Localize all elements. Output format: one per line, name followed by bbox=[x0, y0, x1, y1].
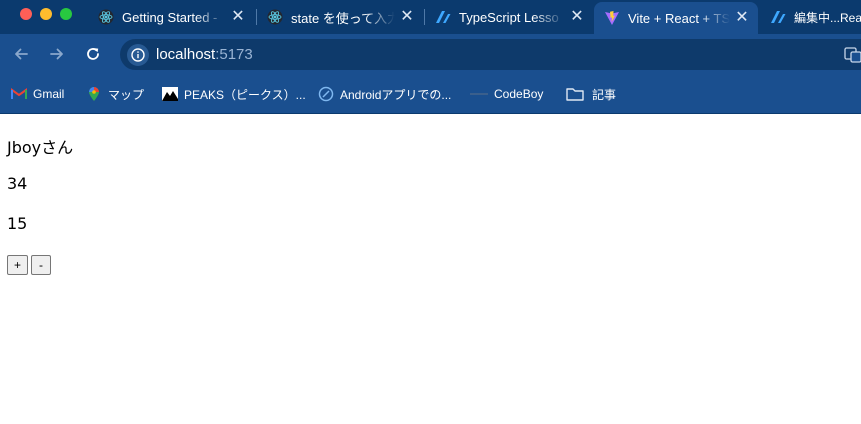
tab-title: state を使って入力 bbox=[291, 10, 395, 26]
close-tab-icon[interactable]: ✕ bbox=[399, 9, 415, 25]
zenn-icon bbox=[770, 9, 786, 25]
tab-typescript-lesson[interactable]: TypeScript Lesso ✕ bbox=[425, 0, 593, 34]
bookmark-label: Gmail bbox=[33, 87, 65, 101]
maps-icon bbox=[86, 86, 102, 102]
address-bar[interactable]: localhost:5173 bbox=[120, 39, 861, 70]
vite-icon bbox=[604, 10, 620, 26]
age-text: 34 bbox=[7, 174, 28, 193]
tab-title: Getting Started - bbox=[122, 9, 218, 25]
bookmark-android-app[interactable]: Androidアプリでの... bbox=[318, 85, 451, 103]
decrement-button[interactable]: - bbox=[31, 255, 51, 275]
translate-icon[interactable] bbox=[844, 46, 861, 64]
bookmark-peaks[interactable]: PEAKS（ピークス）... bbox=[162, 85, 306, 103]
url-port: :5173 bbox=[215, 46, 253, 63]
bookmarks-bar: Gmail マップ PEAKS（ピークス）... Androidアプリでの...… bbox=[0, 74, 861, 114]
tab-title: 編集中...React bbox=[794, 10, 861, 25]
bookmark-folder-articles[interactable]: 記事 bbox=[566, 85, 616, 103]
info-icon bbox=[131, 48, 145, 62]
tab-editing-react[interactable]: 編集中...React bbox=[760, 0, 861, 34]
bookmark-label: 記事 bbox=[592, 87, 617, 102]
bookmark-label: Androidアプリでの... bbox=[340, 87, 452, 102]
bookmark-label: CodeBoy bbox=[494, 87, 544, 101]
forward-button[interactable] bbox=[43, 40, 71, 68]
folder-icon bbox=[566, 86, 584, 102]
close-tab-icon[interactable]: ✕ bbox=[569, 9, 585, 25]
react-icon bbox=[267, 9, 283, 25]
increment-button[interactable]: + bbox=[7, 255, 29, 275]
tab-vite-react-ts[interactable]: Vite + React + TS ✕ bbox=[594, 2, 758, 34]
url-text[interactable]: localhost:5173 bbox=[156, 46, 253, 63]
site-info-button[interactable] bbox=[127, 44, 149, 66]
browser-toolbar: localhost:5173 bbox=[0, 34, 861, 74]
bookmark-label: マップ bbox=[108, 87, 145, 102]
bookmark-gmail[interactable]: Gmail bbox=[11, 85, 64, 103]
peaks-icon bbox=[162, 86, 178, 102]
gmail-icon bbox=[11, 86, 27, 102]
codeboy-icon bbox=[470, 86, 488, 102]
bookmark-codeboy[interactable]: CodeBoy bbox=[470, 85, 543, 103]
user-name-text: Jboyさん bbox=[7, 138, 74, 157]
tab-state-input[interactable]: state を使って入力 ✕ bbox=[257, 0, 423, 34]
page-content: Jboyさん 34 15 + - bbox=[0, 115, 861, 424]
zenn-icon bbox=[435, 9, 451, 25]
react-icon bbox=[98, 9, 114, 25]
reload-icon bbox=[87, 48, 99, 60]
back-button[interactable] bbox=[7, 40, 35, 68]
arrow-right-icon bbox=[50, 48, 63, 60]
url-host: localhost bbox=[156, 46, 216, 63]
compass-icon bbox=[318, 86, 334, 102]
zoom-window-button[interactable] bbox=[60, 8, 72, 20]
tab-title: Vite + React + TS bbox=[628, 10, 730, 26]
close-window-button[interactable] bbox=[20, 8, 32, 20]
minimize-window-button[interactable] bbox=[40, 8, 52, 20]
tab-strip: Getting Started - ✕ state を使って入力 ✕ TypeS… bbox=[0, 0, 861, 34]
bookmark-maps[interactable]: マップ bbox=[86, 85, 144, 103]
close-tab-icon[interactable]: ✕ bbox=[230, 9, 246, 25]
bookmark-label: PEAKS（ピークス）... bbox=[184, 87, 306, 102]
tab-getting-started[interactable]: Getting Started - ✕ bbox=[88, 0, 254, 34]
close-tab-icon[interactable]: ✕ bbox=[734, 10, 750, 26]
tab-title: TypeScript Lesso bbox=[459, 9, 559, 25]
reload-button[interactable] bbox=[79, 40, 107, 68]
arrow-left-icon bbox=[15, 48, 28, 60]
count-text: 15 bbox=[7, 214, 28, 233]
